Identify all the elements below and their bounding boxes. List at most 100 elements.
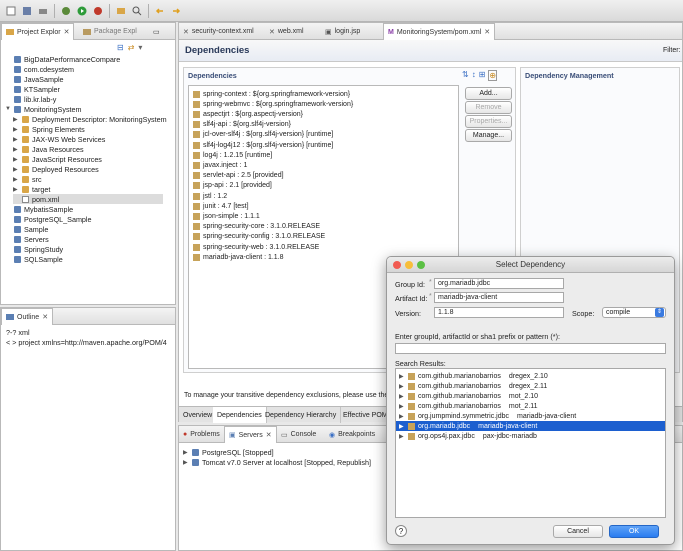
tab-dependencies[interactable]: Dependencies xyxy=(213,407,267,423)
tab-console[interactable]: ▭ Console xyxy=(277,426,320,443)
expand-arrow-icon[interactable]: ▶ xyxy=(13,156,19,163)
result-row[interactable]: ▶ com.github.marianobarrios mot_2.10 xyxy=(396,391,665,401)
remove-button[interactable]: Remove xyxy=(465,101,512,114)
show-groupid-icon[interactable]: ↕ xyxy=(472,70,476,81)
expand-arrow-icon[interactable]: ▶ xyxy=(399,383,405,390)
tab-project-explorer[interactable]: Project Explor ✕ xyxy=(1,23,75,40)
tab-web-xml[interactable]: ✕ web.xml xyxy=(265,23,308,40)
tab-breakpoints[interactable]: ◉ Breakpoints xyxy=(325,426,379,443)
tab-outline[interactable]: Outline ✕ xyxy=(1,308,54,325)
expand-arrow-icon[interactable]: ▶ xyxy=(13,176,19,183)
dependency-row[interactable]: json-simple : 1.1.1 xyxy=(193,211,260,221)
new-icon[interactable] xyxy=(4,4,18,18)
tree-item[interactable]: ▶ src xyxy=(13,174,42,184)
tree-item[interactable]: SQLSample xyxy=(5,254,63,264)
filter-icon[interactable]: ⊞ xyxy=(479,70,486,81)
tab-problems[interactable]: ● Problems xyxy=(179,426,224,443)
dependency-row[interactable]: spring-security-web : 3.1.0.RELEASE xyxy=(193,242,319,252)
tab-overview[interactable]: Overview xyxy=(179,407,218,423)
expand-arrow-icon[interactable]: ▶ xyxy=(183,459,189,466)
server-item[interactable]: ▶ Tomcat v7.0 Server at localhost [Stopp… xyxy=(183,457,371,467)
dependency-row[interactable]: servlet-api : 2.5 [provided] xyxy=(193,171,284,181)
expand-arrow-icon[interactable]: ▶ xyxy=(13,116,19,123)
result-row[interactable]: ▶ com.github.marianobarrios dregex_2.10 xyxy=(396,371,665,381)
tab-package-explorer[interactable]: Package Expl xyxy=(79,23,141,40)
result-row[interactable]: ▶ com.github.marianobarrios dregex_2.11 xyxy=(396,381,665,391)
tree-item[interactable]: ▶ Deployed Resources xyxy=(13,164,99,174)
dependency-row[interactable]: slf4j-log4j12 : ${org.slf4j-version} [ru… xyxy=(193,140,333,150)
dependency-row[interactable]: javax.inject : 1 xyxy=(193,160,247,170)
group-id-input[interactable]: org.mariadb.jdbc xyxy=(434,278,564,289)
tab-pom-xml[interactable]: M MonitoringSystem/pom.xml ✕ xyxy=(383,23,496,40)
sort-icon[interactable]: ⇅ xyxy=(462,70,469,81)
result-row[interactable]: ▶ org.ops4j.pax.jdbc pax-jdbc-mariadb xyxy=(396,431,665,441)
tree-item[interactable]: SpringStudy xyxy=(5,244,63,254)
back-icon[interactable] xyxy=(153,4,167,18)
expand-arrow-icon[interactable]: ▶ xyxy=(183,449,189,456)
close-icon[interactable]: ✕ xyxy=(42,313,48,321)
tree-item[interactable]: lib.kr.lab-y xyxy=(5,94,56,104)
scope-select[interactable]: compile ⇕ xyxy=(602,307,666,318)
expand-arrow-icon[interactable]: ▶ xyxy=(399,403,405,410)
properties-button[interactable]: Properties... xyxy=(465,115,512,128)
server-item[interactable]: ▶ PostgreSQL [Stopped] xyxy=(183,447,274,457)
expand-arrow-icon[interactable]: ▶ xyxy=(13,146,19,153)
tree-item[interactable]: ▶ JavaScript Resources xyxy=(13,154,102,164)
tab-login-jsp[interactable]: ▣ login.jsp xyxy=(321,23,364,40)
collapse-all-icon[interactable]: ⊟ xyxy=(117,43,124,52)
run-icon[interactable] xyxy=(75,4,89,18)
view-menu-icon[interactable]: ▾ xyxy=(138,43,142,52)
tree-item[interactable]: PostgreSQL_Sample xyxy=(5,214,92,224)
version-input[interactable]: 1.1.8 xyxy=(434,307,564,318)
tab-dependency-hierarchy[interactable]: Dependency Hierarchy xyxy=(261,407,342,423)
result-row[interactable]: ▶ org.mariadb.jdbc mariadb-java-client xyxy=(396,421,665,431)
dependency-row[interactable]: jsp-api : 2.1 [provided] xyxy=(193,181,272,191)
tab-effective-pom[interactable]: Effective POM xyxy=(339,407,393,423)
expand-arrow-icon[interactable]: ▶ xyxy=(13,186,19,193)
forward-icon[interactable] xyxy=(169,4,183,18)
artifact-id-input[interactable]: mariadb-java-client xyxy=(434,292,564,303)
search-input[interactable] xyxy=(395,343,666,354)
close-icon[interactable]: ✕ xyxy=(266,431,272,439)
tree-item[interactable]: Servers xyxy=(5,234,49,244)
dependency-row[interactable]: spring-security-core : 3.1.0.RELEASE xyxy=(193,222,320,232)
expand-arrow-icon[interactable]: ▶ xyxy=(13,136,19,143)
link-editor-icon[interactable]: ⇄ xyxy=(128,43,135,52)
search-icon[interactable] xyxy=(130,4,144,18)
minimize-icon[interactable]: ▭ xyxy=(149,23,164,40)
expand-arrow-icon[interactable]: ▶ xyxy=(399,393,405,400)
add-button[interactable]: Add... xyxy=(465,87,512,100)
expand-arrow-icon[interactable]: ▶ xyxy=(399,423,405,430)
tree-item[interactable]: com.cdesystem xyxy=(5,64,74,74)
tree-item[interactable]: ▼ MonitoringSystem xyxy=(5,104,82,114)
tree-item[interactable]: ▶ JAX-WS Web Services xyxy=(13,134,105,144)
tab-security-context[interactable]: ✕ security-context.xml xyxy=(179,23,258,40)
outline-item[interactable]: ?-? xml xyxy=(6,327,30,337)
dependency-row[interactable]: junit : 4.7 [test] xyxy=(193,201,249,211)
dependency-row[interactable]: log4j : 1.2.15 [runtime] xyxy=(193,150,272,160)
dependency-row[interactable]: aspectjrt : ${org.aspectj-version} xyxy=(193,109,303,119)
dependency-row[interactable]: jcl-over-slf4j : ${org.slf4j-version} [r… xyxy=(193,130,333,140)
tree-item[interactable]: MybatisSample xyxy=(5,204,73,214)
dependency-row[interactable]: jstl : 1.2 xyxy=(193,191,227,201)
tree-item[interactable]: Sample xyxy=(5,224,48,234)
tab-servers[interactable]: ▣ Servers ✕ xyxy=(224,426,277,443)
close-icon[interactable]: ✕ xyxy=(484,28,490,36)
manage-button[interactable]: Manage... xyxy=(465,129,512,142)
expand-arrow-icon[interactable]: ▶ xyxy=(399,433,405,440)
ok-button[interactable]: OK xyxy=(609,525,659,538)
tree-item[interactable]: ▶ Spring Elements xyxy=(13,124,85,134)
external-tools-icon[interactable] xyxy=(91,4,105,18)
tree-item[interactable]: KTSampler xyxy=(5,84,60,94)
save-icon[interactable] xyxy=(20,4,34,18)
result-row[interactable]: ▶ org.jumpmind.symmetric.jdbc mariadb-java… xyxy=(396,411,665,421)
dependency-row[interactable]: spring-webmvc : ${org.springframework-ve… xyxy=(193,99,353,109)
tree-item[interactable]: ▶ Deployment Descriptor: MonitoringSystem xyxy=(13,114,167,124)
outline-item[interactable]: < > project xmlns=http://maven.apache.or… xyxy=(6,337,167,347)
expand-arrow-icon[interactable]: ▼ xyxy=(5,106,11,112)
tree-item[interactable]: ▶ Java Resources xyxy=(13,144,84,154)
tree-item[interactable]: ▶ target xyxy=(13,184,50,194)
dependency-row[interactable]: slf4j-api : ${org.slf4j-version} xyxy=(193,120,291,130)
open-type-icon[interactable] xyxy=(114,4,128,18)
expand-arrow-icon[interactable]: ▶ xyxy=(399,373,405,380)
